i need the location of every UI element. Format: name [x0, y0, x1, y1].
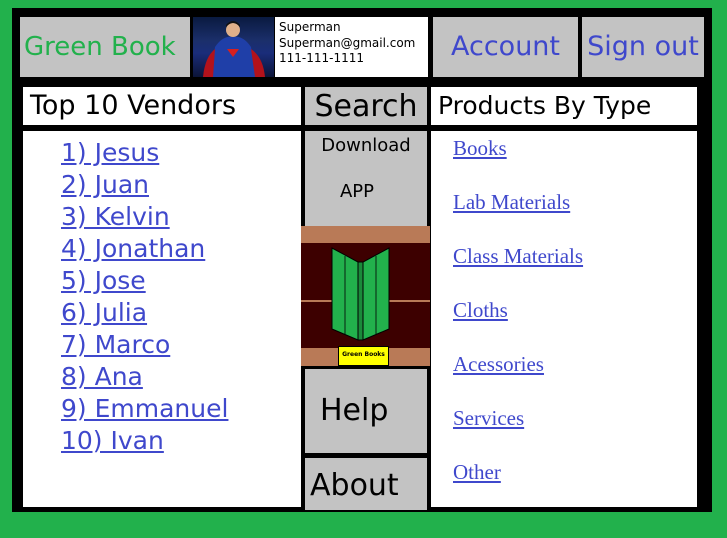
vendor-link[interactable]: 4) Jonathan — [61, 234, 205, 263]
product-type-link[interactable]: Cloths — [453, 298, 508, 322]
green-books-logo: Green Books — [301, 226, 430, 366]
vendor-item: 5) Jose — [61, 265, 301, 297]
vendor-link[interactable]: 9) Emmanuel — [61, 394, 228, 423]
book-icon — [331, 247, 390, 341]
product-type-link[interactable]: Books — [453, 136, 507, 160]
vendor-item: 3) Kelvin — [61, 201, 301, 233]
vendor-item: 8) Ana — [61, 361, 301, 393]
logo-label: Green Books — [338, 346, 389, 366]
user-email: Superman@gmail.com — [279, 35, 416, 50]
product-type-list: Books Lab Materials Class Materials Clot… — [431, 131, 697, 507]
vendor-link[interactable]: 6) Julia — [61, 298, 147, 327]
product-type-item: Class Materials — [453, 239, 697, 293]
user-name: Superman — [279, 20, 341, 34]
product-type-link[interactable]: Other — [453, 460, 501, 484]
product-type-item: Services — [453, 401, 697, 455]
product-type-item: Lab Materials — [453, 185, 697, 239]
vendor-link[interactable]: 2) Juan — [61, 170, 149, 199]
vendor-link[interactable]: 1) Jesus — [61, 138, 159, 167]
product-type-item: Cloths — [453, 293, 697, 347]
brand-title[interactable]: Green Book — [20, 17, 190, 77]
vendor-item: 6) Julia — [61, 297, 301, 329]
download-label: Download — [321, 135, 411, 156]
sign-out-button[interactable]: Sign out — [582, 17, 704, 77]
product-type-link[interactable]: Class Materials — [453, 244, 583, 268]
product-type-item: Other — [453, 455, 697, 509]
vendor-item: 4) Jonathan — [61, 233, 301, 265]
vendor-link[interactable]: 7) Marco — [61, 330, 170, 359]
products-by-type-heading: Products By Type — [431, 87, 697, 125]
vendor-link[interactable]: 10) Ivan — [61, 426, 164, 455]
vendor-item: 9) Emmanuel — [61, 393, 301, 425]
about-button[interactable]: About — [305, 458, 427, 510]
vendor-link[interactable]: 5) Jose — [61, 266, 146, 295]
vendor-item: 7) Marco — [61, 329, 301, 361]
product-type-item: Books — [453, 131, 697, 185]
product-type-item: Acessories — [453, 347, 697, 401]
product-type-link[interactable]: Lab Materials — [453, 190, 570, 214]
product-type-link[interactable]: Services — [453, 406, 524, 430]
vendor-item: 2) Juan — [61, 169, 301, 201]
search-button[interactable]: Search — [305, 87, 427, 125]
vendor-list: 1) Jesus 2) Juan 3) Kelvin 4) Jonathan 5… — [23, 131, 301, 507]
vendor-link[interactable]: 3) Kelvin — [61, 202, 170, 231]
top-vendors-heading: Top 10 Vendors — [23, 87, 301, 125]
vendor-item: 10) Ivan — [61, 425, 301, 457]
vendor-item: 1) Jesus — [61, 137, 301, 169]
vendor-link[interactable]: 8) Ana — [61, 362, 143, 391]
user-info: Superman Superman@gmail.com 111-111-1111 — [275, 17, 428, 77]
user-phone: 111-111-1111 — [279, 51, 365, 65]
account-button[interactable]: Account — [433, 17, 578, 77]
product-type-link[interactable]: Acessories — [453, 352, 544, 376]
help-button[interactable]: Help — [305, 369, 427, 453]
app-label: APP — [339, 181, 375, 202]
avatar — [193, 17, 274, 77]
download-app-button[interactable]: Download APP — [305, 131, 427, 226]
